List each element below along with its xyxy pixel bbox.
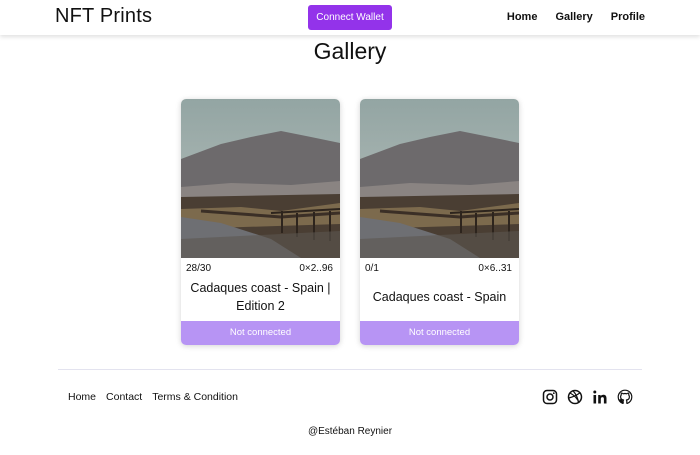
card-meta: 0/1 0×6..31 bbox=[365, 263, 512, 274]
dribbble-icon[interactable] bbox=[567, 389, 583, 405]
main-nav: Home Gallery Profile bbox=[507, 11, 645, 23]
nft-card[interactable]: 0/1 0×6..31 Cadaques coast - Spain Not c… bbox=[360, 99, 519, 345]
nft-card[interactable]: 28/30 0×2..96 Cadaques coast - Spain | E… bbox=[181, 99, 340, 345]
owner-address: 0×2..96 bbox=[299, 263, 333, 274]
instagram-icon[interactable] bbox=[542, 389, 558, 405]
social-links bbox=[542, 389, 633, 405]
not-connected-button[interactable]: Not connected bbox=[181, 321, 340, 345]
footer-divider bbox=[58, 369, 642, 370]
copyright-text: @Estéban Reynier bbox=[307, 426, 393, 437]
nft-image bbox=[360, 99, 519, 258]
nft-title: Cadaques coast - Spain bbox=[372, 290, 507, 304]
brand-logo[interactable]: NFT Prints bbox=[55, 5, 152, 28]
footer-terms-link[interactable]: Terms & Condition bbox=[152, 391, 238, 403]
github-icon[interactable] bbox=[617, 389, 633, 405]
nft-image bbox=[181, 99, 340, 258]
footer-links: Home Contact Terms & Condition bbox=[68, 391, 238, 403]
nav-home-link[interactable]: Home bbox=[507, 11, 538, 23]
owner-address: 0×6..31 bbox=[478, 263, 512, 274]
nft-title: Cadaques coast - Spain | Edition 2 bbox=[190, 281, 331, 313]
linkedin-icon[interactable] bbox=[592, 389, 608, 405]
connect-wallet-button[interactable]: Connect Wallet bbox=[308, 5, 392, 30]
edition-supply: 0/1 bbox=[365, 263, 379, 274]
footer-contact-link[interactable]: Contact bbox=[106, 391, 142, 403]
card-meta: 28/30 0×2..96 bbox=[186, 263, 333, 274]
top-navbar: NFT Prints Connect Wallet Home Gallery P… bbox=[0, 0, 700, 35]
footer-home-link[interactable]: Home bbox=[68, 391, 96, 403]
nav-profile-link[interactable]: Profile bbox=[611, 11, 645, 23]
nav-gallery-link[interactable]: Gallery bbox=[555, 11, 592, 23]
not-connected-button[interactable]: Not connected bbox=[360, 321, 519, 345]
page-title: Gallery bbox=[313, 38, 387, 64]
edition-supply: 28/30 bbox=[186, 263, 212, 274]
